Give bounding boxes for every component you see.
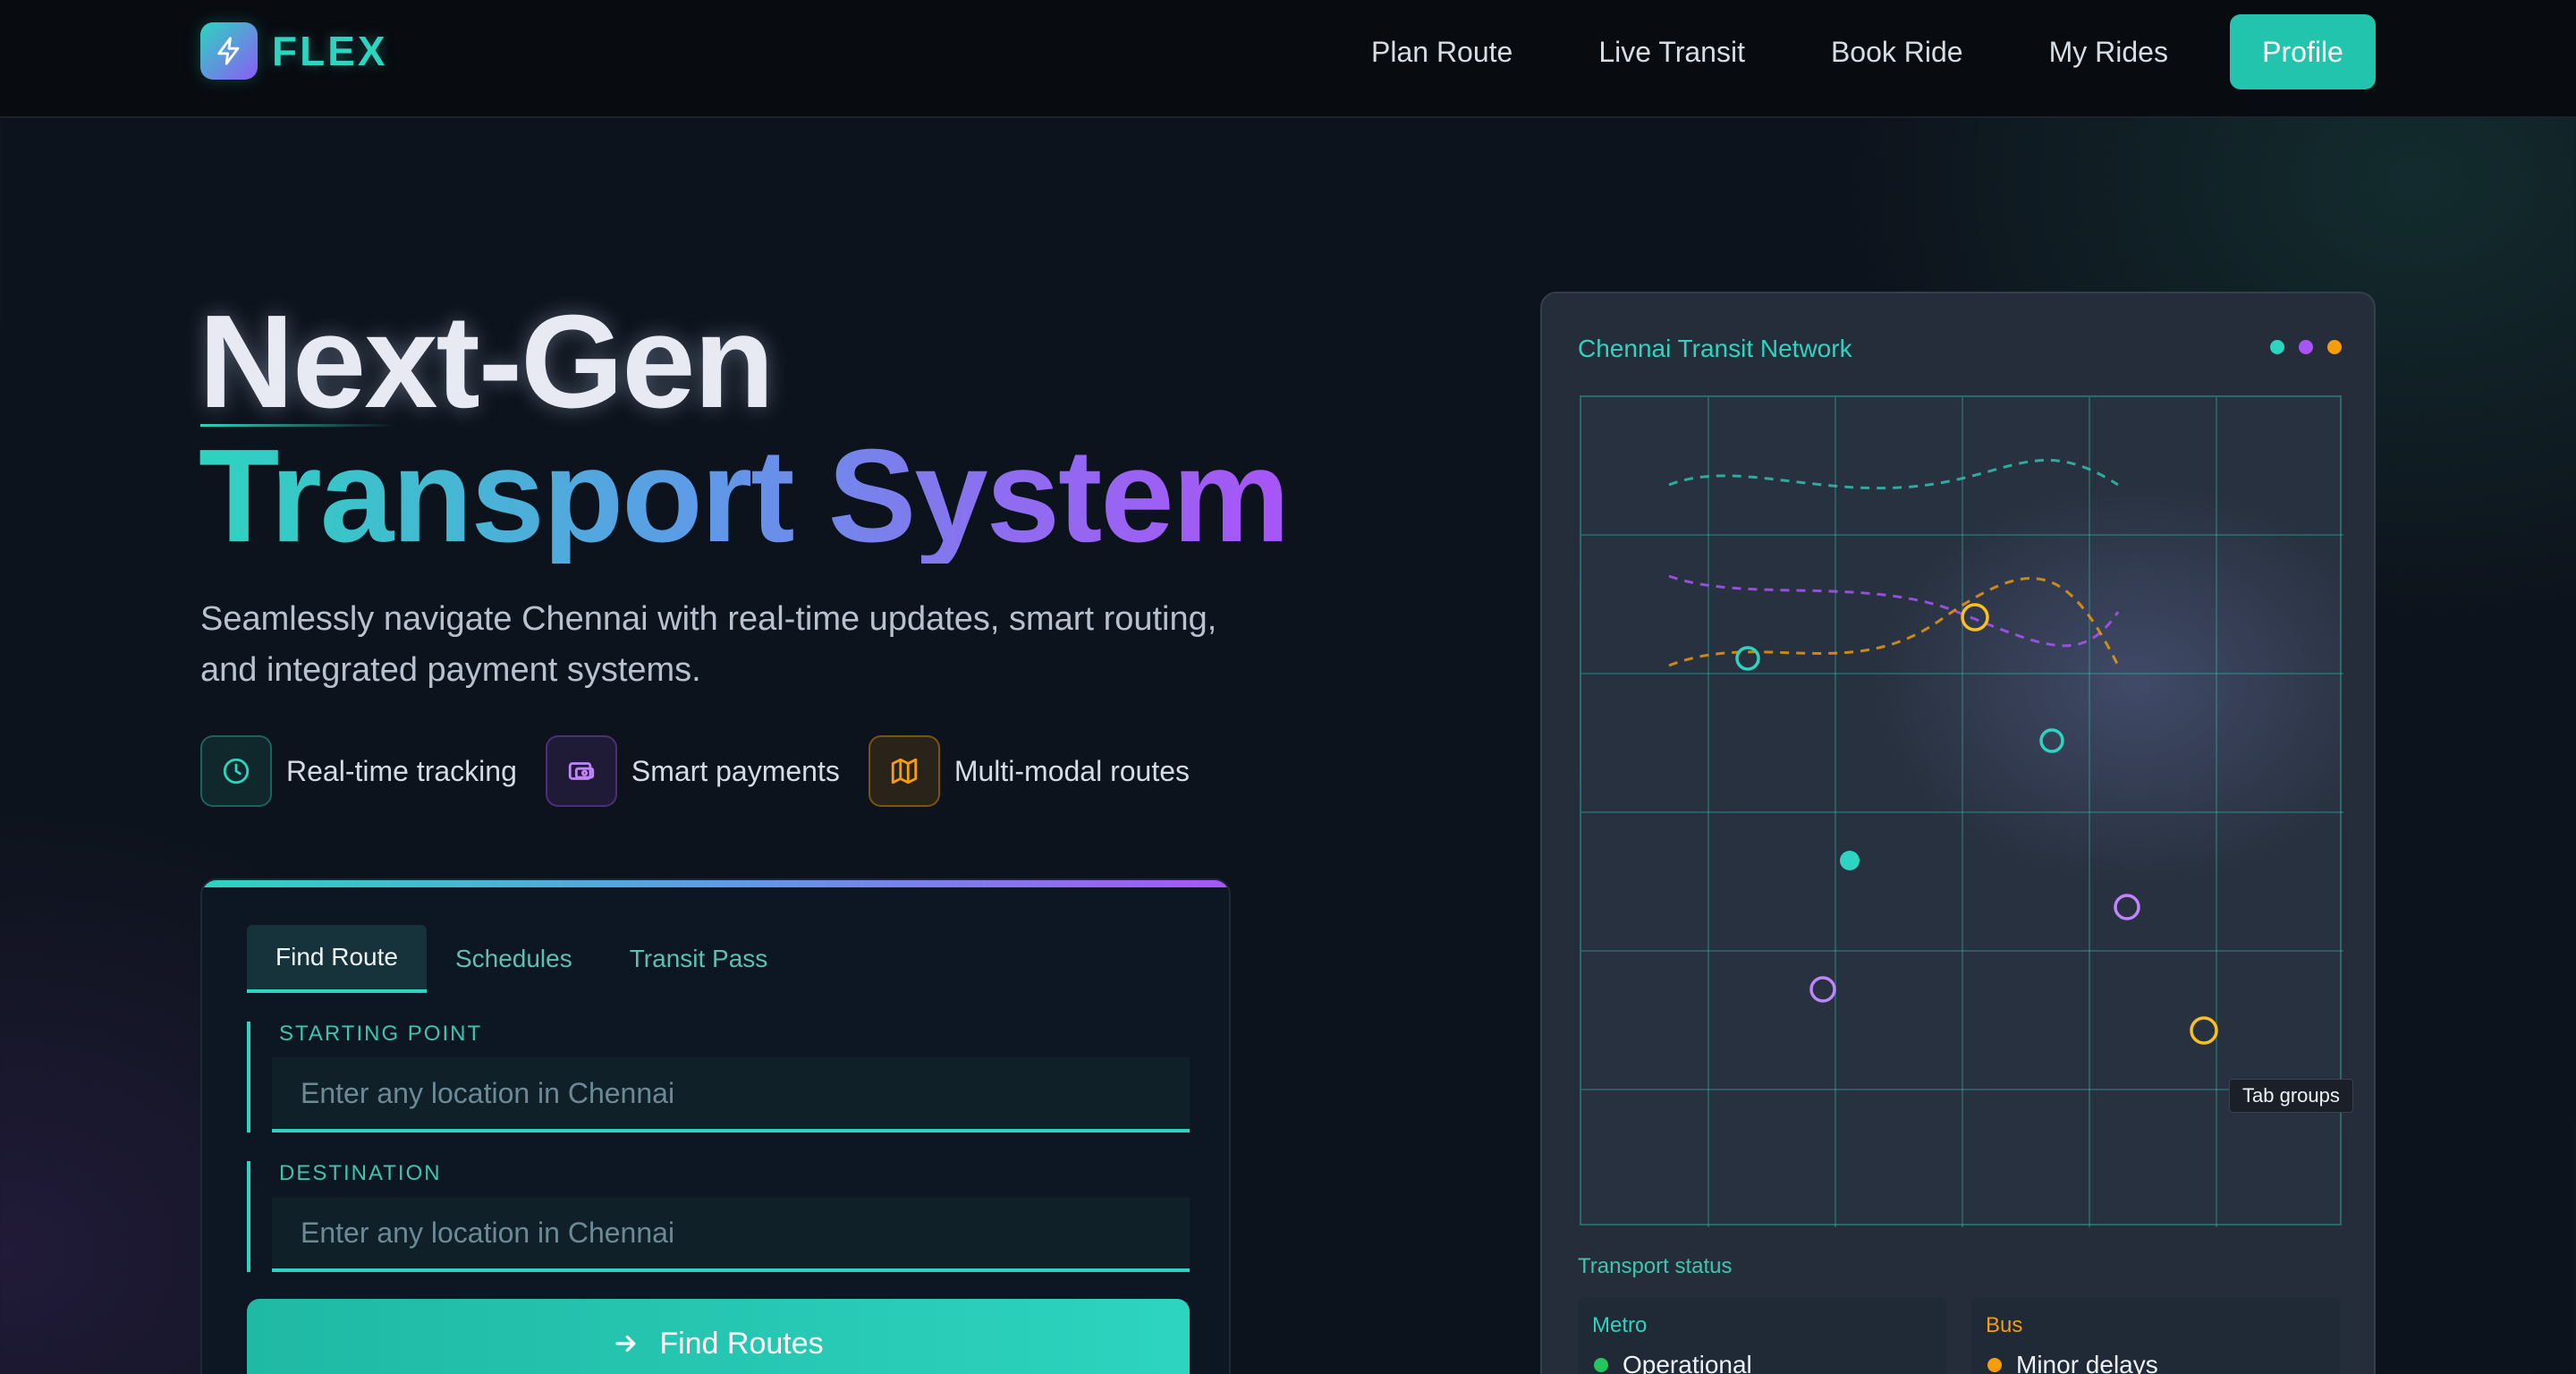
nav-link-plan-route[interactable]: Plan Route xyxy=(1371,36,1513,69)
destination-label: DESTINATION xyxy=(279,1161,442,1185)
status-row: Operational xyxy=(1594,1351,1752,1374)
nav-link-live-transit[interactable]: Live Transit xyxy=(1598,36,1745,69)
teal-vehicle-marker[interactable] xyxy=(1840,851,1860,870)
nav-links: Plan Route Live Transit Book Ride My Rid… xyxy=(1342,14,2168,89)
wallet-icon xyxy=(545,735,617,807)
destination-input[interactable] xyxy=(272,1197,1190,1272)
status-mode: Metro xyxy=(1592,1313,1648,1337)
find-routes-label: Find Routes xyxy=(659,1326,824,1361)
nav-link-my-rides[interactable]: My Rides xyxy=(2049,36,2168,69)
transport-status-heading: Transport status xyxy=(1578,1254,1733,1278)
purple-station-marker[interactable] xyxy=(2114,894,2140,920)
teal-station-marker[interactable] xyxy=(1735,646,1760,671)
feature-list: Real-time tracking Smart payments Multi-… xyxy=(200,735,1218,807)
purple-station-marker[interactable] xyxy=(1809,976,1836,1003)
amber-station-marker[interactable] xyxy=(1961,603,1989,632)
status-row: Minor delays xyxy=(1987,1351,2158,1374)
feature-label: Multi-modal routes xyxy=(953,754,1191,787)
status-dot-icon xyxy=(1594,1358,1608,1372)
amber-dot-icon xyxy=(2327,340,2342,354)
window-dots xyxy=(2256,340,2342,354)
teal-station-marker[interactable] xyxy=(2039,728,2064,753)
starting-point-label: STARTING POINT xyxy=(279,1022,483,1046)
status-state: Operational xyxy=(1623,1351,1752,1374)
tab-transit-pass[interactable]: Transit Pass xyxy=(601,925,797,993)
map-title: Chennai Transit Network xyxy=(1578,335,1852,362)
teal-route-line xyxy=(1668,458,2119,490)
purple-dot-icon xyxy=(2299,340,2313,354)
feature-realtime-tracking: Real-time tracking xyxy=(200,735,517,807)
find-routes-button[interactable]: Find Routes xyxy=(247,1299,1190,1374)
starting-point-input[interactable] xyxy=(272,1057,1190,1132)
status-card-bus: Bus Minor delays xyxy=(1971,1297,2340,1374)
purple-route-line xyxy=(1668,574,2120,648)
lightning-icon xyxy=(200,22,258,80)
top-navbar: FLEX Plan Route Live Transit Book Ride M… xyxy=(0,0,2576,118)
card-accent-bar xyxy=(202,880,1229,887)
brand-name: FLEX xyxy=(272,28,388,74)
amber-route-line xyxy=(1668,577,2120,667)
feature-smart-payments: Smart payments xyxy=(545,735,840,807)
tab-groups-tooltip: Tab groups xyxy=(2229,1079,2353,1113)
tab-find-route[interactable]: Find Route xyxy=(247,925,427,993)
search-tabs: Find Route Schedules Transit Pass xyxy=(247,925,796,993)
teal-dot-icon xyxy=(2270,340,2284,354)
status-state: Minor delays xyxy=(2016,1351,2158,1374)
feature-multimodal-routes: Multi-modal routes xyxy=(868,735,1191,807)
transit-map-panel: Chennai Transit Network Transport status… xyxy=(1540,292,2376,1374)
title-accent-line xyxy=(200,424,397,427)
hero-description: Seamlessly navigate Chennai with real-ti… xyxy=(200,600,1217,689)
route-search-card: Find Route Schedules Transit Pass STARTI… xyxy=(200,878,1231,1374)
profile-button[interactable]: Profile xyxy=(2230,14,2376,89)
status-card-metro: Metro Operational xyxy=(1578,1297,1946,1374)
status-mode: Bus xyxy=(1986,1313,2023,1337)
hero-title-line1: Next-Gen xyxy=(199,288,775,436)
arrow-right-icon xyxy=(613,1330,640,1357)
nav-link-book-ride[interactable]: Book Ride xyxy=(1831,36,1963,69)
hero-title-line2: Transport System xyxy=(199,422,1290,570)
feature-label: Real-time tracking xyxy=(286,754,517,787)
status-dot-icon xyxy=(1987,1358,2002,1372)
amber-station-marker[interactable] xyxy=(2190,1016,2218,1045)
transit-map[interactable] xyxy=(1580,395,2343,1227)
clock-icon xyxy=(200,735,272,807)
tab-schedules[interactable]: Schedules xyxy=(427,925,601,993)
feature-label: Smart payments xyxy=(631,754,840,787)
hero-title: Next-Gen Transport System xyxy=(199,288,1290,570)
brand-logo[interactable]: FLEX xyxy=(200,22,388,80)
map-icon xyxy=(868,735,940,807)
